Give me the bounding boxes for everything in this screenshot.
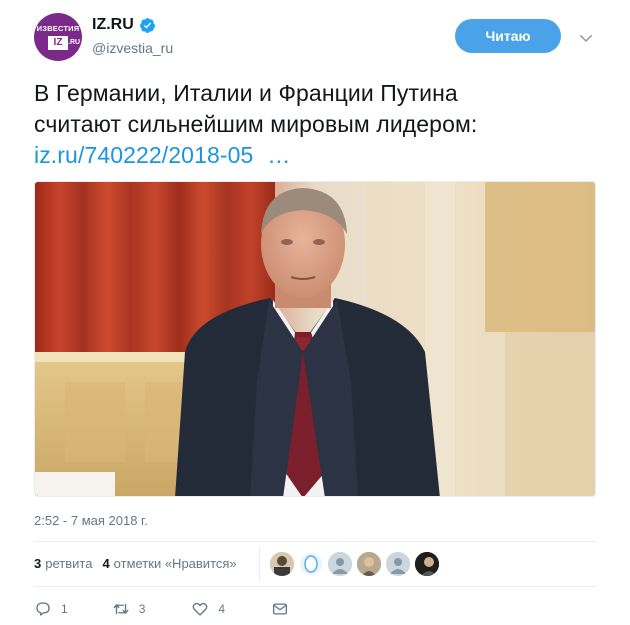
chevron-down-icon[interactable] — [577, 29, 595, 47]
tweet-link-ellipsis[interactable]: … — [267, 142, 290, 168]
tweet-link[interactable]: iz.ru/740222/2018-05 — [34, 142, 253, 168]
follow-button[interactable]: Читаю — [455, 19, 561, 53]
retweet-count: 3 — [138, 602, 146, 616]
name-row: IZ.RU — [92, 16, 156, 34]
liker-photo-icon — [270, 552, 294, 576]
tweet-header: ИЗВЕСТИЯ IZ .RU IZ.RU @izvestia_ru Читаю — [34, 13, 604, 63]
divider — [34, 586, 596, 587]
heart-icon — [193, 602, 208, 616]
tweet-photo[interactable] — [34, 181, 596, 497]
default-user-icon — [328, 552, 352, 576]
likes-count: 4 — [102, 556, 110, 571]
likes-label: отметки «Нравится» — [113, 556, 237, 571]
verified-badge-icon — [139, 17, 155, 33]
default-user-icon — [386, 552, 410, 576]
liker-avatar[interactable] — [299, 552, 323, 576]
liker-photo-icon — [415, 552, 439, 576]
avatar-logo-text: ИЗВЕСТИЯ — [36, 24, 80, 33]
tweet-timestamp[interactable]: 2:52 - 7 мая 2018 г. — [34, 513, 148, 528]
likes-stat[interactable]: 4 отметки «Нравится» — [102, 556, 236, 571]
liker-egg-icon — [300, 553, 322, 575]
retweet-icon — [113, 603, 129, 615]
likers-avatars — [270, 552, 444, 576]
retweet-button[interactable]: 3 — [112, 600, 146, 618]
stats-separator — [259, 547, 260, 581]
tweet-text-line2: считают сильнейшим мировым лидером: — [34, 111, 478, 137]
liker-avatar[interactable] — [415, 552, 439, 576]
avatar[interactable]: ИЗВЕСТИЯ IZ .RU — [34, 13, 82, 61]
user-handle[interactable]: @izvestia_ru — [92, 40, 173, 56]
display-name[interactable]: IZ.RU — [92, 16, 134, 34]
retweets-count: 3 — [34, 556, 42, 571]
direct-message-button[interactable] — [271, 600, 289, 618]
envelope-icon — [273, 603, 288, 615]
reply-count: 1 — [61, 602, 68, 616]
tweet-text: В Германии, Италии и Франции Путина счит… — [34, 78, 604, 171]
retweets-label: ретвита — [45, 556, 93, 571]
tweet-actions: 1 3 4 — [34, 600, 289, 618]
reply-button[interactable]: 1 — [34, 600, 68, 618]
tweet-stats: 3 ретвита 4 отметки «Нравится» — [34, 556, 247, 571]
retweets-stat[interactable]: 3 ретвита — [34, 556, 92, 571]
liker-avatar[interactable] — [386, 552, 410, 576]
avatar-logo-box: IZ — [48, 36, 68, 50]
avatar-logo-ru: .RU — [68, 39, 81, 46]
divider — [34, 541, 596, 542]
liker-avatar[interactable] — [357, 552, 381, 576]
like-button[interactable]: 4 — [191, 600, 225, 618]
reply-icon — [36, 602, 50, 616]
liker-photo-icon — [357, 552, 381, 576]
like-count: 4 — [218, 602, 226, 616]
liker-avatar[interactable] — [270, 552, 294, 576]
tweet-text-line1: В Германии, Италии и Франции Путина — [34, 80, 458, 106]
photo-image — [35, 182, 595, 496]
liker-avatar[interactable] — [328, 552, 352, 576]
